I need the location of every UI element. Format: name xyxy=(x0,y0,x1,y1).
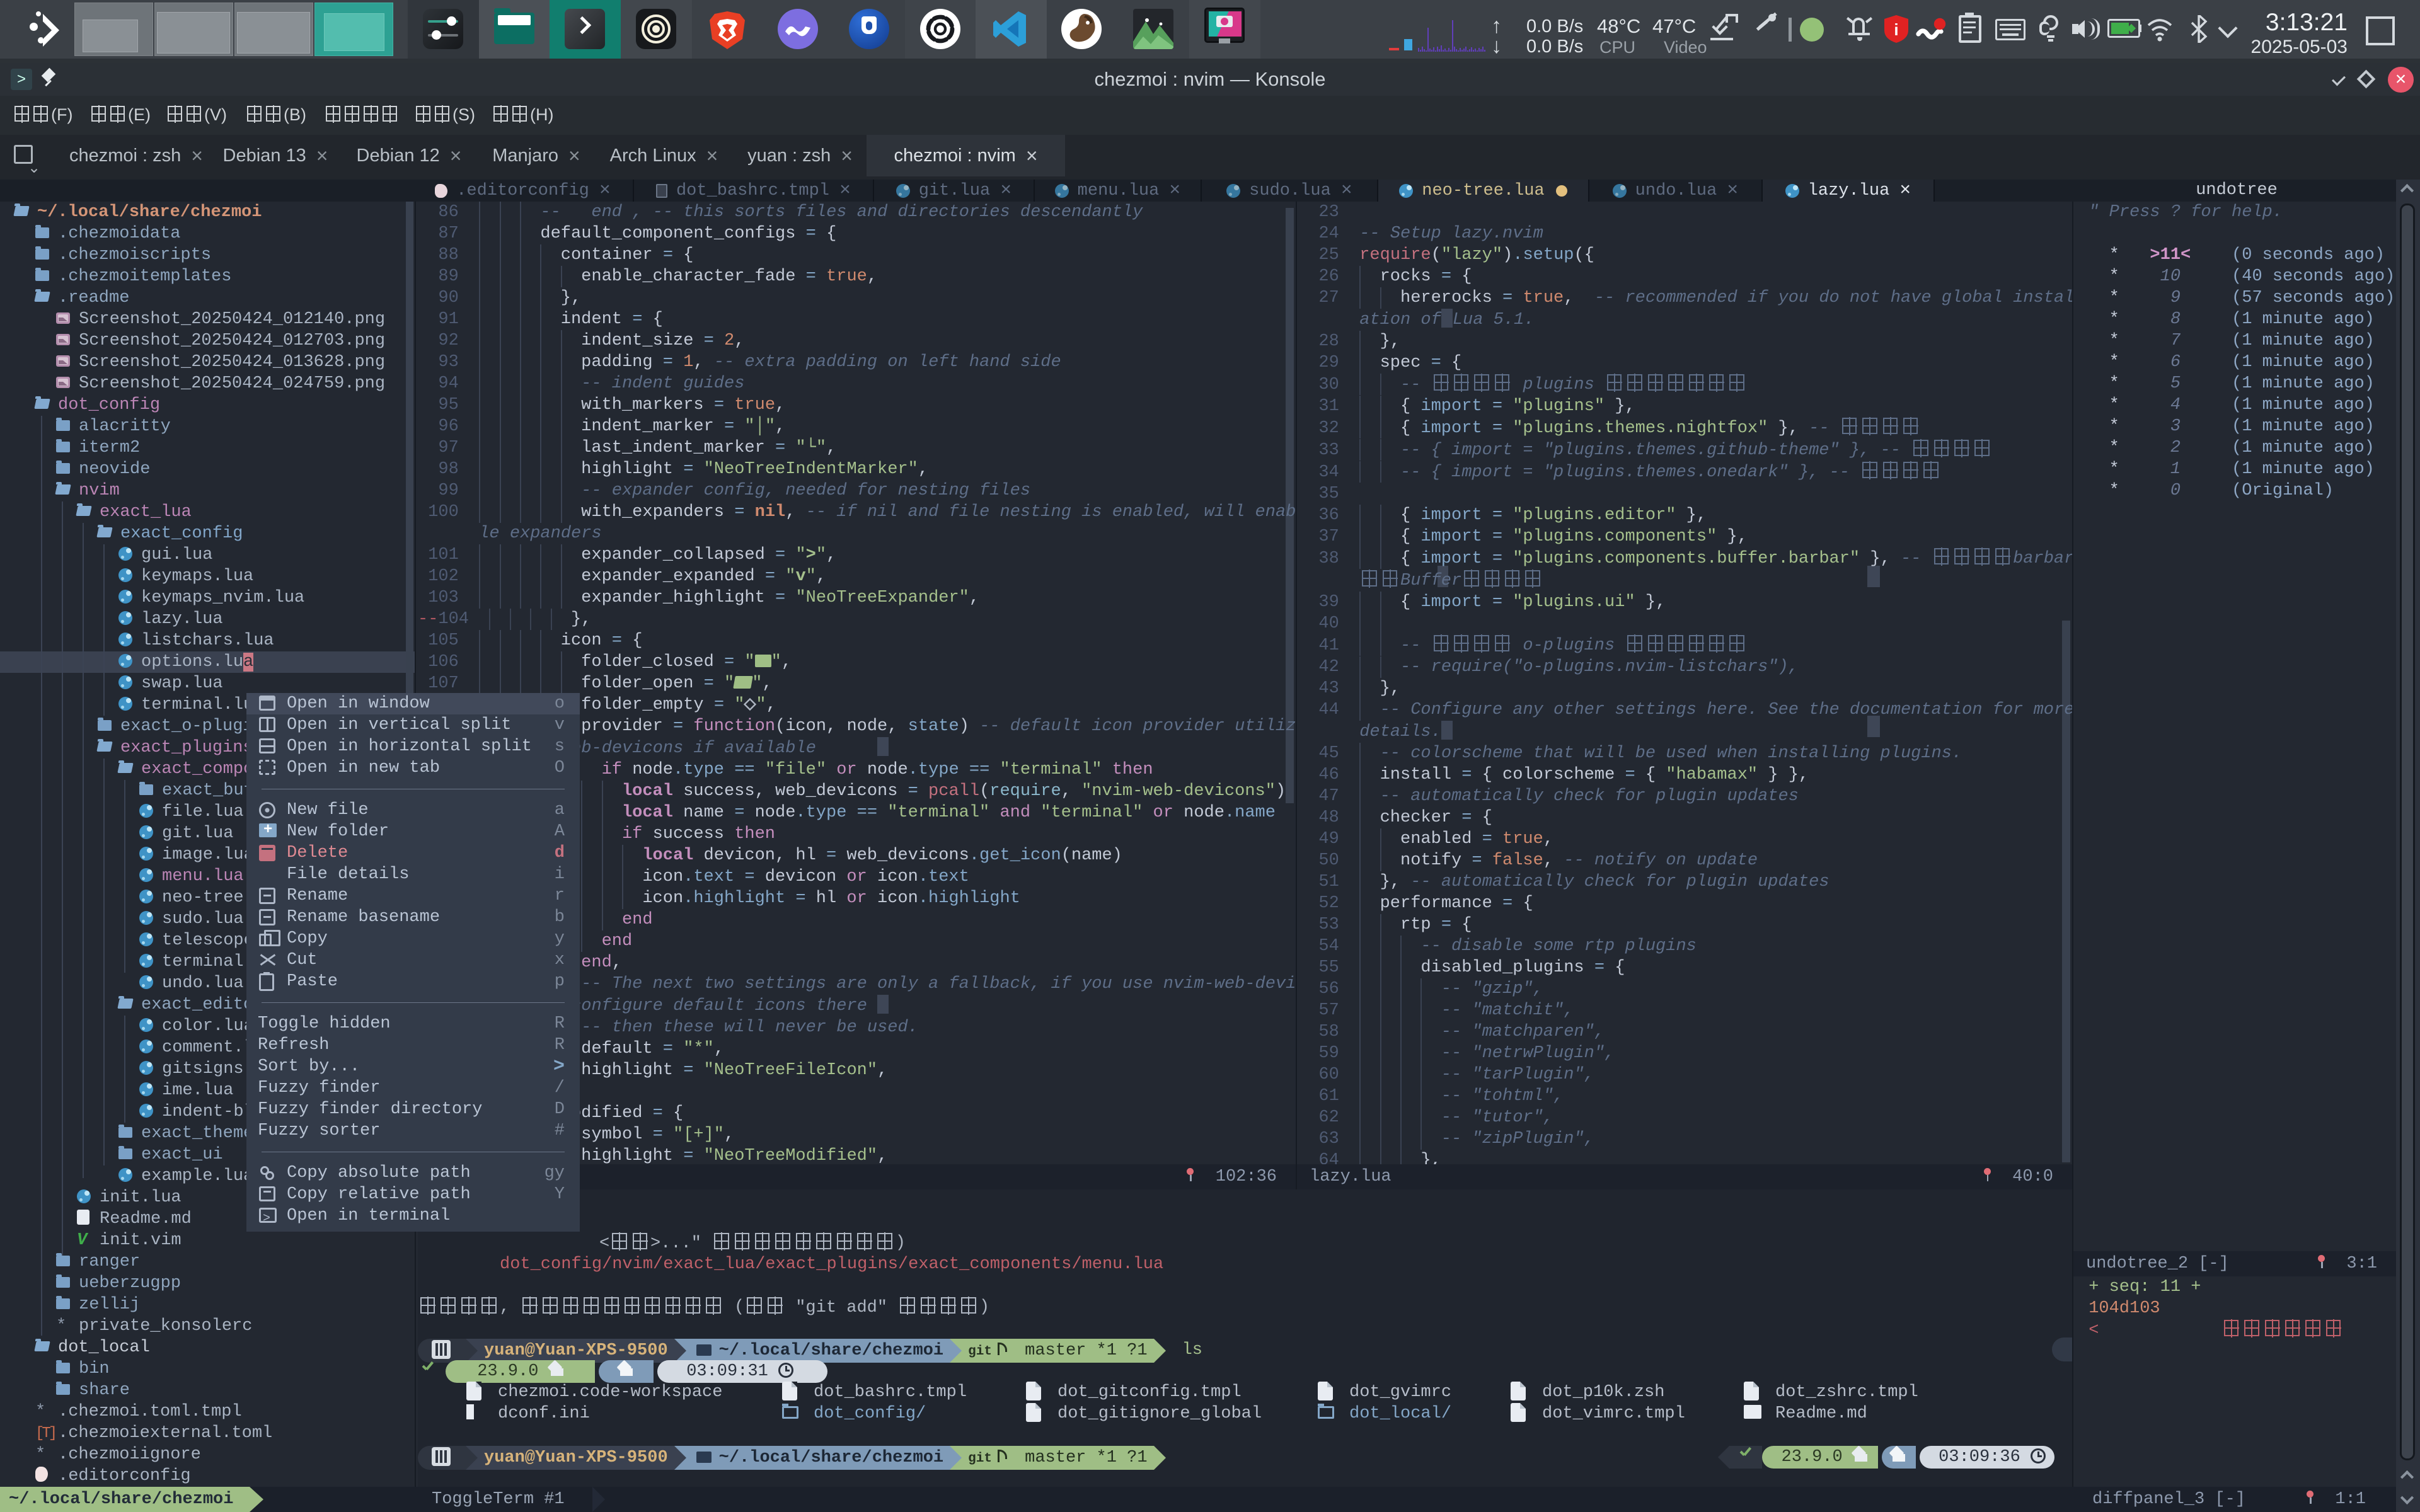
svg-text:i: i xyxy=(1894,20,1898,39)
